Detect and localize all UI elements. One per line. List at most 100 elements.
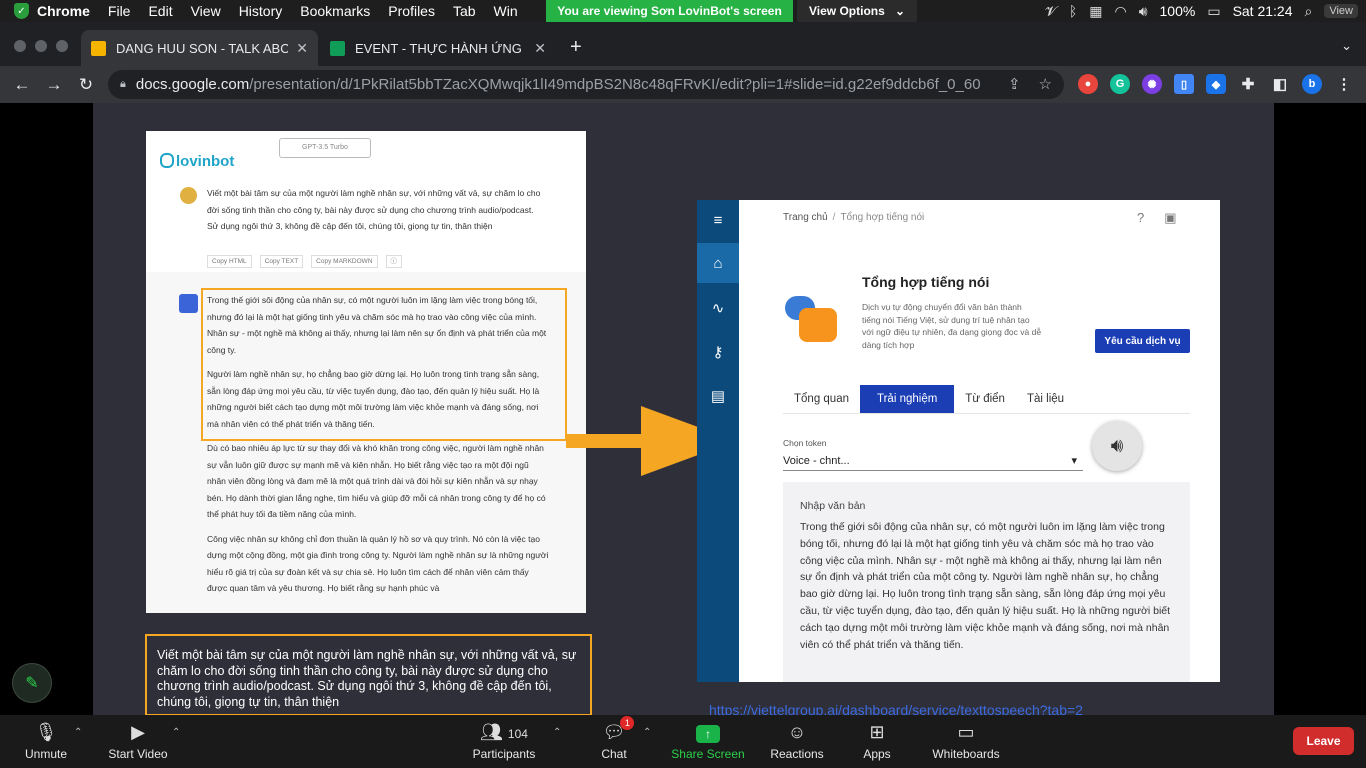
audio-options-caret-icon[interactable]: ⌃ [74, 727, 82, 738]
chat-button[interactable]: 💬︎ 1 Chat [596, 715, 635, 768]
search-icon[interactable]: ⌕ [1305, 3, 1313, 20]
speaker-icon: 🔊︎ [1110, 434, 1124, 457]
extension-burst-icon[interactable]: ✺ [1142, 74, 1162, 94]
annotate-pencil-button[interactable]: ✎ [12, 663, 52, 703]
tab-talk-about[interactable]: DANG HUU SON - TALK ABOU ✕ [81, 30, 318, 66]
apps-grid-icon: ⊞ [869, 722, 885, 742]
volume-icon[interactable]: 🔊︎ [1139, 3, 1148, 20]
hamburger-menu-icon[interactable]: ≡ [697, 200, 739, 240]
text-input-panel[interactable]: Nhập văn bản Trong thế giới sôi động của… [783, 482, 1190, 682]
info-icon[interactable]: ⓘ [385, 255, 403, 268]
vpn-icon[interactable]: 𝓥 [1045, 3, 1057, 20]
reactions-label: Reactions [770, 747, 824, 761]
copy-markdown-button[interactable]: Copy MARKDOWN [311, 255, 378, 268]
forward-arrow-icon[interactable]: → [38, 75, 70, 95]
leave-button[interactable]: Leave [1293, 727, 1354, 755]
dropdown-caret-icon: ▾ [1071, 455, 1077, 467]
close-tab-icon[interactable]: ✕ [534, 40, 546, 57]
share-screen-button[interactable]: ↑ Share Screen [670, 715, 746, 768]
menu-file[interactable]: File [99, 3, 140, 19]
maximize-window-button[interactable] [56, 40, 68, 52]
tab-dictionary[interactable]: Từ điển [954, 385, 1016, 413]
play-speaker-button[interactable]: 🔊︎ [1092, 421, 1142, 471]
bluetooth-icon[interactable]: ᛒ [1069, 3, 1077, 19]
close-window-button[interactable] [14, 40, 26, 52]
clipboard-icon[interactable]: ▣ [1164, 210, 1176, 226]
share-icon[interactable]: ⇪ [1008, 75, 1021, 93]
clock[interactable]: Sat 21:24 [1233, 3, 1293, 19]
chatbot-screenshot: GPT-3.5 Turbo lovinbot Viết một bài tâm … [146, 131, 586, 613]
start-video-button[interactable]: ▶︎ Start Video [104, 715, 172, 768]
zoom-controls: 🎙︎ Unmute ⌃ ▶︎ Start Video ⌃ 👥︎ 104 Part… [0, 715, 1366, 768]
request-service-button[interactable]: Yêu cầu dịch vụ [1095, 329, 1190, 353]
waveform-icon[interactable]: ∿ [697, 288, 739, 328]
menu-bookmarks[interactable]: Bookmarks [291, 3, 379, 19]
help-icon[interactable]: ? [1137, 210, 1144, 226]
extensions-bar: ● G ✺ ▯ ◆ ✚ ◧ b ⋮ [1078, 74, 1354, 94]
participants-button[interactable]: 👥︎ 104 Participants [470, 715, 538, 768]
url-host: docs.google.com [135, 76, 250, 93]
logo-mark-icon [160, 153, 174, 168]
breadcrumb-separator: / [832, 212, 836, 223]
menu-profiles[interactable]: Profiles [379, 3, 444, 19]
copy-html-button[interactable]: Copy HTML [207, 255, 252, 268]
video-off-icon: ▶︎ [131, 722, 145, 742]
reactions-button[interactable]: ☺ Reactions [768, 715, 826, 768]
chrome-menu-icon[interactable]: ⋮ [1334, 74, 1354, 94]
extension-diamond-icon[interactable]: ◆ [1206, 74, 1226, 94]
menu-window[interactable]: Win [485, 3, 527, 19]
wifi-icon[interactable]: ◠ [1114, 3, 1126, 20]
minimize-window-button[interactable] [35, 40, 47, 52]
profile-avatar[interactable]: b [1302, 74, 1322, 94]
document-icon[interactable]: ▤ [697, 376, 739, 416]
arrow-shaft [566, 434, 644, 448]
apps-button[interactable]: ⊞ Apps [858, 715, 896, 768]
participants-caret-icon[interactable]: ⌃ [553, 727, 561, 738]
back-arrow-icon[interactable]: ← [6, 75, 38, 95]
menu-history[interactable]: History [230, 3, 292, 19]
home-icon[interactable]: ⌂ [697, 243, 739, 283]
unmute-button[interactable]: 🎙︎ Unmute [18, 715, 74, 768]
video-options-caret-icon[interactable]: ⌃ [172, 727, 180, 738]
view-options-button[interactable]: View Options ⌄ [797, 0, 917, 22]
tab-docs[interactable]: Tài liệu [1016, 385, 1075, 413]
extensions-puzzle-icon[interactable]: ✚ [1238, 74, 1258, 94]
bookmark-star-icon[interactable]: ☆ [1039, 75, 1052, 93]
participants-label: Participants [472, 747, 536, 761]
chat-caret-icon[interactable]: ⌃ [643, 727, 651, 738]
extension-doc-icon[interactable]: ▯ [1174, 74, 1194, 94]
shield-icon[interactable]: ✓ [14, 3, 29, 19]
model-selector[interactable]: GPT-3.5 Turbo [279, 138, 371, 158]
lock-icon[interactable]: 🔒︎ [120, 78, 126, 91]
token-select[interactable]: Voice - chnt... ▾ [783, 451, 1083, 471]
grammarly-icon[interactable]: G [1110, 74, 1130, 94]
tab-overview[interactable]: Tổng quan [783, 385, 860, 413]
menu-view[interactable]: View [182, 3, 230, 19]
whiteboard-icon: ▭ [957, 722, 975, 742]
unmute-label: Unmute [24, 747, 68, 761]
tab-event[interactable]: EVENT - THỰC HÀNH ỨNG DU ✕ [320, 30, 556, 66]
new-tab-button[interactable]: + [570, 36, 582, 59]
breadcrumb-home[interactable]: Trang chủ [783, 212, 828, 223]
chat-label: Chat [601, 747, 627, 761]
tts-sidebar: ≡ ⌂ ∿ ⚷ ▤ [697, 200, 739, 682]
menu-edit[interactable]: Edit [139, 3, 181, 19]
key-icon[interactable]: ⚷ [697, 332, 739, 372]
whiteboards-button[interactable]: ▭ Whiteboards [930, 715, 1002, 768]
apps-label: Apps [863, 747, 891, 761]
menu-tab[interactable]: Tab [444, 3, 485, 19]
side-panel-icon[interactable]: ◧ [1270, 74, 1290, 94]
extension-fire-icon[interactable]: ● [1078, 74, 1098, 94]
battery-icon[interactable]: ▭ [1207, 3, 1220, 20]
tab-try[interactable]: Trải nghiệm [860, 385, 955, 413]
text-input-body[interactable]: Trong thế giới sôi động của nhân sự, có … [800, 519, 1173, 653]
close-tab-icon[interactable]: ✕ [296, 40, 308, 57]
chat-badge: 1 [620, 716, 635, 730]
copy-text-button[interactable]: Copy TEXT [259, 255, 304, 268]
menu-app-chrome[interactable]: Chrome [29, 3, 99, 19]
reload-icon[interactable]: ↻ [70, 75, 102, 95]
view-button[interactable]: View [1324, 4, 1358, 18]
tab-search-chevron-icon[interactable]: ⌄ [1341, 38, 1352, 54]
keyboard-icon[interactable]: ▦ [1089, 3, 1102, 20]
address-bar[interactable]: 🔒︎ docs.google.com /presentation/d/1PkRi… [108, 70, 1064, 99]
